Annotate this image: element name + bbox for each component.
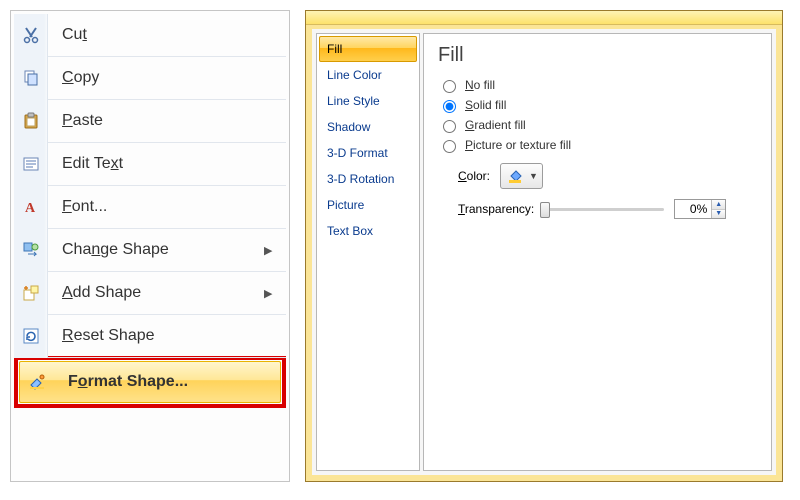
format-shape-highlight-box: Format Shape... — [14, 356, 286, 408]
menu-item-copy[interactable]: Copy — [14, 57, 286, 99]
pane-title: Fill — [438, 44, 757, 67]
nav-item-3-d-rotation[interactable]: 3-D Rotation — [319, 166, 417, 192]
menu-item-add-shape[interactable]: Add Shape▶ — [14, 272, 286, 314]
font-icon: A — [14, 186, 48, 228]
chevron-down-icon: ▼ — [529, 171, 538, 181]
menu-item-font[interactable]: A Font... — [14, 186, 286, 228]
fill-option-2[interactable]: Gradient fill — [438, 117, 757, 133]
paint-bucket-icon — [505, 166, 525, 186]
menu-item-label: Font... — [48, 198, 286, 216]
color-row: Color: ▼ — [458, 163, 757, 189]
nav-item-text-box[interactable]: Text Box — [319, 218, 417, 244]
dialog-nav: FillLine ColorLine StyleShadow3-D Format… — [316, 33, 420, 471]
change-shape-icon — [14, 229, 48, 271]
dialog-body: FillLine ColorLine StyleShadow3-D Format… — [306, 25, 782, 481]
menu-item-format-shape[interactable]: Format Shape... — [19, 361, 281, 403]
menu-item-label: Copy — [48, 69, 286, 87]
fill-option-label: Gradient fill — [465, 118, 526, 132]
menu-item-change-shape[interactable]: Change Shape▶ — [14, 229, 286, 271]
menu-item-label: Change Shape — [48, 241, 264, 259]
fill-options: No fill Solid fill Gradient fill Picture or… — [438, 77, 757, 153]
menu-item-edit-text[interactable]: Edit Text — [14, 143, 286, 185]
add-shape-icon — [14, 272, 48, 314]
svg-text:A: A — [25, 201, 36, 216]
submenu-arrow-icon: ▶ — [264, 287, 286, 300]
fill-option-3[interactable]: Picture or texture fill — [438, 137, 757, 153]
fill-option-label: No fill — [465, 78, 495, 92]
transparency-value-input[interactable] — [675, 200, 711, 218]
nav-item-line-style[interactable]: Line Style — [319, 88, 417, 114]
nav-item-picture[interactable]: Picture — [319, 192, 417, 218]
cut-icon — [14, 14, 48, 56]
nav-item-3-d-format[interactable]: 3-D Format — [319, 140, 417, 166]
dialog-titlebar — [306, 11, 782, 25]
fill-option-1[interactable]: Solid fill — [438, 97, 757, 113]
fill-option-0[interactable]: No fill — [438, 77, 757, 93]
menu-item-label: Add Shape — [48, 284, 264, 302]
menu-item-reset-shape[interactable]: Reset Shape — [14, 315, 286, 357]
menu-item-label: Paste — [48, 112, 286, 130]
spinner-down-icon[interactable]: ▼ — [712, 210, 725, 219]
fill-option-label: Picture or texture fill — [465, 138, 571, 152]
nav-item-line-color[interactable]: Line Color — [319, 62, 417, 88]
menu-item-label: Format Shape... — [54, 373, 280, 391]
menu-item-cut[interactable]: Cut — [14, 14, 286, 56]
menu-item-label: Edit Text — [48, 155, 286, 173]
transparency-slider[interactable] — [544, 201, 664, 217]
context-menu: Cut Copy Paste Edit Text A Font... Change Shap… — [10, 10, 290, 482]
menu-item-label: Cut — [48, 26, 286, 44]
spinner-up-icon[interactable]: ▲ — [712, 200, 725, 210]
fill-radio-0[interactable] — [443, 80, 456, 93]
format-shape-icon — [20, 362, 54, 402]
fill-radio-2[interactable] — [443, 120, 456, 133]
menu-separator — [14, 357, 286, 358]
fill-radio-3[interactable] — [443, 140, 456, 153]
transparency-spinner[interactable]: ▲ ▼ — [674, 199, 726, 219]
color-label: Color: — [458, 169, 490, 183]
transparency-label: Transparency: — [458, 202, 534, 216]
transparency-row: Transparency: ▲ ▼ — [458, 199, 757, 219]
menu-item-label: Reset Shape — [48, 327, 286, 345]
fill-option-label: Solid fill — [465, 98, 506, 112]
fill-radio-1[interactable] — [443, 100, 456, 113]
format-shape-dialog: FillLine ColorLine StyleShadow3-D Format… — [305, 10, 783, 482]
nav-item-shadow[interactable]: Shadow — [319, 114, 417, 140]
menu-item-paste[interactable]: Paste — [14, 100, 286, 142]
submenu-arrow-icon: ▶ — [264, 244, 286, 257]
copy-icon — [14, 57, 48, 99]
nav-item-fill[interactable]: Fill — [319, 36, 417, 62]
dialog-pane: Fill No fill Solid fill Gradient fill Pictu… — [423, 33, 772, 471]
edit-text-icon — [14, 143, 48, 185]
color-picker-button[interactable]: ▼ — [500, 163, 543, 189]
reset-shape-icon — [14, 315, 48, 357]
paste-icon — [14, 100, 48, 142]
